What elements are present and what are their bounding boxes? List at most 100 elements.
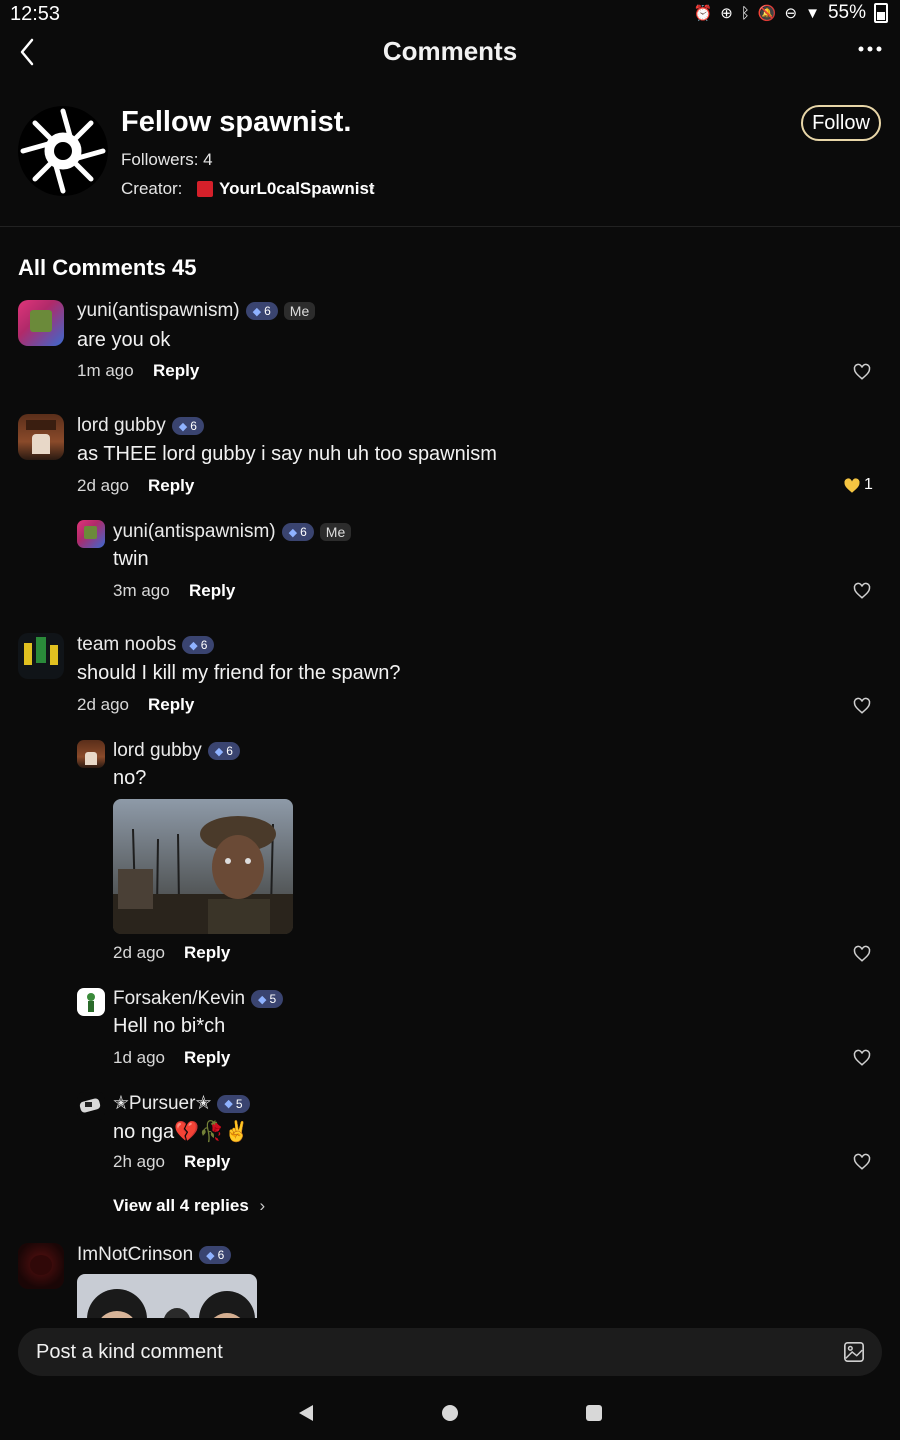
battery-icon: [874, 3, 888, 23]
level-badge: ◆ 6: [245, 302, 278, 320]
level-value: 6: [300, 525, 307, 539]
alarm-icon: ⏰: [693, 5, 713, 22]
dnd-icon: ⊖: [784, 5, 798, 22]
creator-avatar: [197, 181, 213, 197]
status-time: 12:53: [10, 3, 61, 25]
heart-icon[interactable]: [853, 363, 871, 381]
heart-icon[interactable]: [853, 697, 871, 715]
comments-header: All Comments 45: [18, 255, 197, 280]
image-upload-icon[interactable]: [843, 1341, 865, 1363]
view-all-label: View all 4 replies: [113, 1196, 249, 1215]
view-all-replies[interactable]: View all 4 replies ›: [113, 1196, 265, 1216]
username[interactable]: ✭Pursuer✭: [113, 1092, 211, 1115]
level-value: 6: [190, 419, 197, 433]
avatar[interactable]: [18, 1243, 64, 1289]
level-value: 5: [235, 1096, 243, 1111]
level-value: 5: [269, 992, 277, 1006]
avatar[interactable]: [18, 633, 64, 679]
comment-author[interactable]: Forsaken/Kevin ◆ 5: [113, 988, 284, 1010]
username[interactable]: team noobs: [77, 634, 176, 656]
diamond-icon: ◆: [189, 639, 198, 652]
diamond-icon: ◆: [224, 1098, 233, 1110]
reply-button[interactable]: Reply: [189, 581, 235, 601]
level-badge: ◆ 6: [207, 742, 240, 760]
comment-text: are you ok: [77, 329, 171, 351]
diamond-icon: ◆: [178, 420, 188, 433]
username[interactable]: lord gubby: [77, 415, 166, 437]
level-badge: ◆ 5: [217, 1094, 250, 1113]
level-value: 6: [264, 304, 271, 318]
comment-author[interactable]: ✭Pursuer✭ ◆ 5: [113, 1092, 250, 1115]
heart-icon[interactable]: [853, 945, 871, 963]
diamond-icon: ◆: [288, 526, 298, 539]
level-badge: ◆ 6: [199, 1246, 232, 1264]
nav-back-icon[interactable]: [297, 1403, 315, 1423]
reply-button[interactable]: Reply: [184, 943, 230, 963]
reply-button[interactable]: Reply: [148, 695, 194, 715]
creator-label: Creator:: [121, 179, 183, 198]
status-icons: ⏰ ⊕ ᛒ 🔕 ⊖ ▼ 55%: [694, 2, 888, 24]
level-badge: ◆ 6: [182, 636, 215, 654]
heart-icon[interactable]: [853, 1049, 871, 1067]
creator-link[interactable]: YourL0calSpawnist: [219, 179, 375, 199]
diamond-icon: ◆: [258, 993, 267, 1006]
comment-author[interactable]: yuni(antispawnism) ◆ 6 Me: [113, 521, 352, 543]
mute-icon: 🔕: [757, 5, 777, 22]
reply-button[interactable]: Reply: [184, 1048, 230, 1068]
comment-author[interactable]: ImNotCrinson ◆ 6: [77, 1244, 232, 1266]
diamond-icon: ◆: [252, 305, 262, 318]
avatar[interactable]: [77, 740, 105, 768]
avatar[interactable]: [18, 300, 64, 346]
reply-button[interactable]: Reply: [148, 476, 194, 496]
divider: [0, 226, 900, 227]
avatar[interactable]: [77, 1092, 105, 1120]
level-badge: ◆ 5: [251, 990, 284, 1008]
comment-text: as THEE lord gubby i say nuh uh too spaw…: [77, 443, 497, 465]
avatar[interactable]: [18, 414, 64, 460]
heart-icon[interactable]: [853, 582, 871, 600]
battery-percent: 55%: [827, 2, 866, 23]
reply-button[interactable]: Reply: [153, 361, 199, 381]
sync-icon: ⊕: [720, 5, 733, 22]
comment-text: twin: [113, 548, 149, 570]
comment-author[interactable]: yuni(antispawnism) ◆ 6 Me: [77, 300, 316, 322]
diamond-icon: ◆: [206, 1249, 215, 1262]
nav-recents-icon[interactable]: [586, 1405, 602, 1421]
attached-image[interactable]: [113, 799, 293, 934]
comment-time: 2h ago: [113, 1152, 165, 1171]
comment-placeholder[interactable]: Post a kind comment: [36, 1341, 223, 1364]
username[interactable]: lord gubby: [113, 740, 202, 762]
wifi-icon: ▼: [805, 4, 820, 22]
heart-icon[interactable]: [853, 1153, 871, 1171]
level-badge: ◆ 6: [171, 417, 204, 435]
group-name: Fellow spawnist.: [121, 106, 352, 138]
diamond-icon: ◆: [214, 745, 224, 758]
comment-time: 1m ago: [77, 361, 134, 380]
bluetooth-icon: ᛒ: [740, 4, 750, 22]
avatar[interactable]: [77, 520, 105, 548]
comment-text: Hell no bi*ch: [113, 1015, 226, 1037]
page-title: Comments: [382, 36, 518, 66]
comment-time: 1d ago: [113, 1048, 165, 1067]
username[interactable]: yuni(antispawnism): [77, 300, 240, 322]
comment-author[interactable]: lord gubby ◆ 6: [77, 415, 204, 437]
username[interactable]: yuni(antispawnism): [113, 521, 276, 543]
comment-text: should I kill my friend for the spawn?: [77, 662, 401, 684]
more-options-icon[interactable]: [856, 36, 884, 64]
follow-button[interactable]: Follow: [801, 105, 881, 141]
username[interactable]: Forsaken/Kevin: [113, 988, 245, 1010]
level-badge: ◆ 6: [281, 523, 314, 541]
me-badge: Me: [283, 302, 316, 320]
chevron-right-icon: ›: [369, 179, 375, 196]
comment-author[interactable]: team noobs ◆ 6: [77, 634, 215, 656]
comment-author[interactable]: lord gubby ◆ 6: [113, 740, 240, 762]
comment-time: 2d ago: [77, 695, 129, 714]
heart-liked-icon[interactable]: [843, 477, 861, 495]
group-avatar[interactable]: [18, 106, 108, 196]
comment-text: no?: [113, 767, 147, 789]
avatar[interactable]: [77, 988, 105, 1016]
nav-home-icon[interactable]: [442, 1405, 458, 1421]
comment-time: 2d ago: [77, 476, 129, 495]
reply-button[interactable]: Reply: [184, 1152, 230, 1172]
username[interactable]: ImNotCrinson: [77, 1244, 193, 1266]
